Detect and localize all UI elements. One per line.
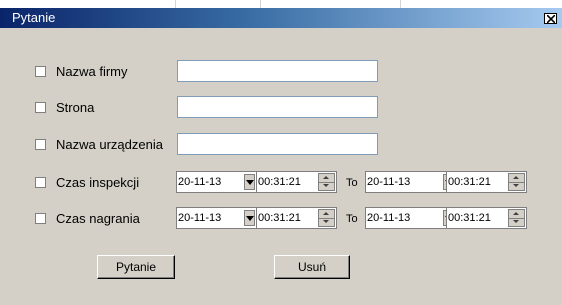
inspection-time-row: Czas inspekcji 20-11-13 00:31:21 To 20-1…: [0, 171, 562, 195]
query-dialog: Pytanie Nazwa firmy Strona Nazwa urządze…: [0, 8, 562, 305]
device-name-row: Nazwa urządzenia: [0, 133, 562, 157]
recording-to-time-stepper[interactable]: 00:31:21: [446, 207, 527, 229]
query-button[interactable]: Pytanie: [97, 255, 175, 279]
device-name-label: Nazwa urządzenia: [56, 137, 163, 152]
spin-buttons[interactable]: [508, 173, 525, 191]
background-divider: [400, 0, 401, 8]
inspection-from-time-value: 00:31:21: [258, 176, 301, 188]
spin-down-icon[interactable]: [509, 218, 524, 226]
recording-to-label: To: [346, 213, 358, 225]
background-divider: [260, 0, 261, 8]
window-title: Pytanie: [12, 10, 56, 25]
close-icon: [547, 15, 555, 23]
company-name-checkbox[interactable]: [35, 66, 46, 77]
spin-buttons[interactable]: [318, 173, 335, 191]
recording-from-date-picker[interactable]: 20-11-13: [176, 207, 257, 229]
recording-time-label: Czas nagrania: [56, 211, 140, 226]
inspection-time-checkbox[interactable]: [35, 177, 46, 188]
recording-from-time-stepper[interactable]: 00:31:21: [256, 207, 337, 229]
recording-from-time-value: 00:31:21: [258, 212, 301, 224]
recording-to-date-value: 20-11-13: [367, 212, 411, 224]
site-label: Strona: [56, 100, 95, 115]
spin-buttons[interactable]: [318, 209, 335, 227]
background-strip: [0, 0, 562, 8]
site-checkbox[interactable]: [35, 102, 46, 113]
company-name-input[interactable]: [177, 60, 378, 82]
recording-time-checkbox[interactable]: [35, 213, 46, 224]
delete-button[interactable]: Usuń: [274, 255, 350, 279]
company-name-row: Nazwa firmy: [0, 60, 562, 84]
company-name-label: Nazwa firmy: [56, 64, 128, 79]
chevron-down-icon[interactable]: [244, 210, 255, 226]
close-button[interactable]: [544, 13, 557, 24]
site-row: Strona: [0, 96, 562, 120]
inspection-from-date-value: 20-11-13: [178, 176, 222, 188]
background-divider: [175, 0, 176, 8]
inspection-from-date-picker[interactable]: 20-11-13: [176, 171, 257, 193]
inspection-from-time-stepper[interactable]: 00:31:21: [256, 171, 337, 193]
recording-time-row: Czas nagrania 20-11-13 00:31:21 To 20-11…: [0, 207, 562, 231]
spin-down-icon[interactable]: [319, 182, 334, 190]
inspection-to-label: To: [346, 177, 358, 189]
device-name-input[interactable]: [177, 133, 378, 155]
recording-from-date-value: 20-11-13: [178, 212, 222, 224]
title-bar[interactable]: Pytanie: [0, 8, 562, 28]
spin-down-icon[interactable]: [319, 218, 334, 226]
site-input[interactable]: [177, 96, 378, 118]
recording-to-date-picker[interactable]: 20-11-13: [365, 207, 456, 229]
inspection-time-label: Czas inspekcji: [56, 175, 140, 190]
spin-down-icon[interactable]: [509, 182, 524, 190]
spin-buttons[interactable]: [508, 209, 525, 227]
recording-to-time-value: 00:31:21: [448, 212, 491, 224]
inspection-to-date-picker[interactable]: 20-11-13: [365, 171, 456, 193]
device-name-checkbox[interactable]: [35, 139, 46, 150]
inspection-to-time-stepper[interactable]: 00:31:21: [446, 171, 527, 193]
chevron-down-icon[interactable]: [244, 174, 255, 190]
inspection-to-date-value: 20-11-13: [367, 176, 411, 188]
inspection-to-time-value: 00:31:21: [448, 176, 491, 188]
